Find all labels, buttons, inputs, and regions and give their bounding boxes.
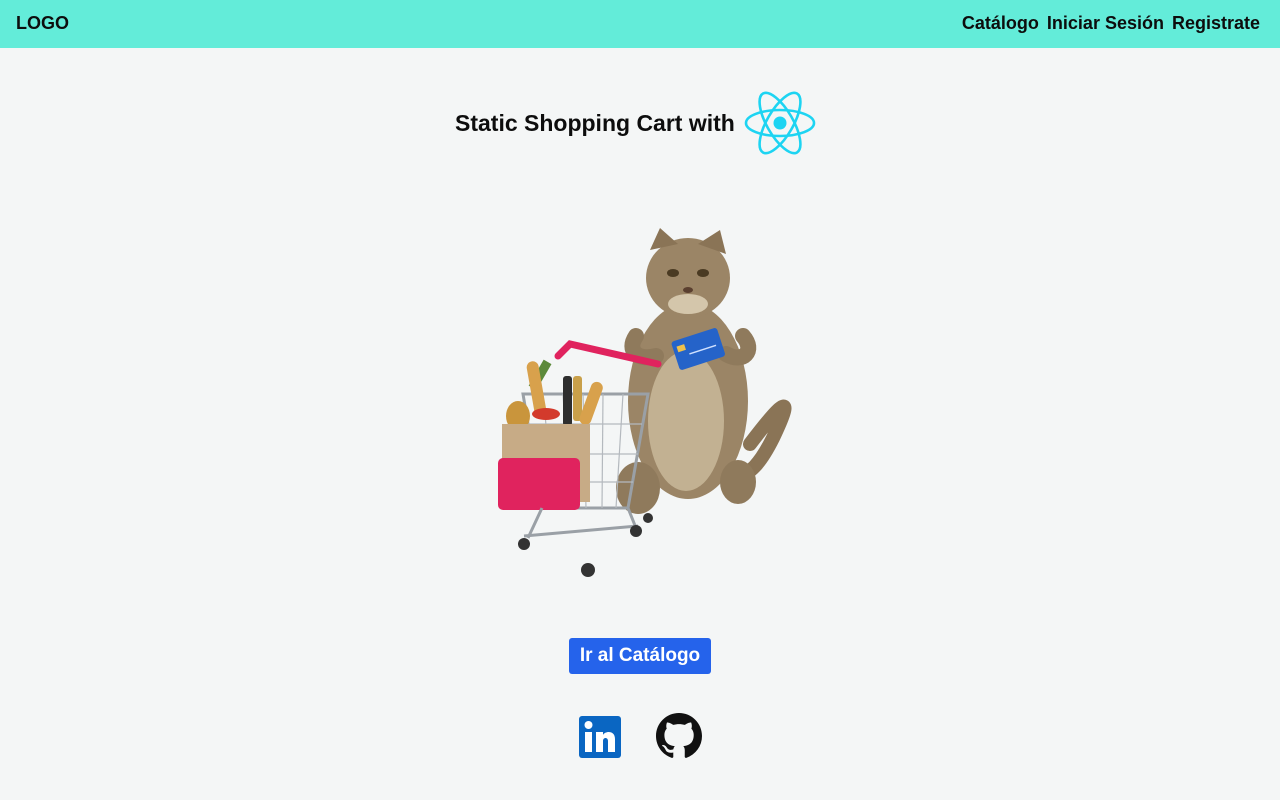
nav-link-iniciar-sesion[interactable]: Iniciar Sesión <box>1047 13 1164 34</box>
catalog-button[interactable]: Ir al Catálogo <box>569 638 711 674</box>
linkedin-icon <box>579 716 621 758</box>
linkedin-link[interactable] <box>577 713 623 759</box>
hero-title-text: Static Shopping Cart with <box>455 109 735 136</box>
logo[interactable]: LOGO <box>16 13 69 34</box>
react-logo-icon <box>744 91 816 155</box>
github-link[interactable] <box>656 713 702 759</box>
hero-title: Static Shopping Cart with <box>455 90 817 156</box>
github-icon <box>656 713 702 758</box>
nav-links: Catálogo Iniciar Sesión Registrate <box>962 13 1260 34</box>
cat-pushing-shopping-cart-image <box>498 228 792 577</box>
nav-link-catalogo[interactable]: Catálogo <box>962 13 1039 34</box>
nav-link-registrate[interactable]: Registrate <box>1172 13 1260 34</box>
navbar: LOGO Catálogo Iniciar Sesión Registrate <box>0 0 1280 48</box>
